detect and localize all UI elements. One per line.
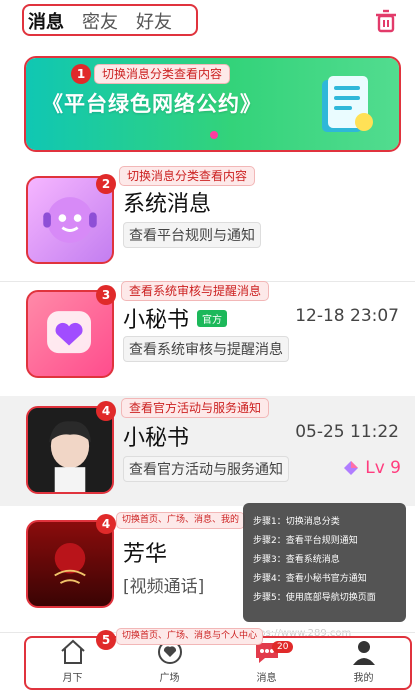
message-title-text: 小秘书 xyxy=(123,308,190,333)
step-2: 步骤2：查看平台规则通知 xyxy=(253,536,358,546)
annotation-badge-3: 3 xyxy=(96,285,116,305)
message-title: 系统消息 xyxy=(123,192,212,217)
step-4: 步骤4：查看小秘书官方通知 xyxy=(253,574,367,584)
message-preview: 查看平台规则与通知 xyxy=(123,222,261,248)
tab-friends[interactable]: 好友 xyxy=(136,8,172,34)
tab-messages[interactable]: 消息 xyxy=(28,8,64,34)
tab-close-friends[interactable]: 密友 xyxy=(82,8,118,34)
annotation-tip-1: 切换消息分类查看内容 xyxy=(94,64,231,84)
official-badge: 官方 xyxy=(197,309,228,327)
step-1: 步骤1：切换消息分类 xyxy=(253,517,340,527)
step-3: 步骤3：查看系统消息 xyxy=(253,555,340,565)
message-preview: 查看官方活动与服务通知 xyxy=(123,456,289,482)
annotation-tip-3: 查看系统审核与提醒消息 xyxy=(121,281,270,301)
avatar xyxy=(26,520,114,608)
annotation-tip-4b: 切换首页、广场、消息、我的 xyxy=(116,512,246,529)
annotation-badge-4b: 4 xyxy=(96,514,116,534)
message-preview: 查看系统审核与提醒消息 xyxy=(123,336,289,362)
level-diamond-icon xyxy=(344,461,359,475)
message-time: 05-25 11:22 xyxy=(295,422,399,442)
trash-icon[interactable] xyxy=(373,9,399,33)
level-text: Lv 9 xyxy=(365,458,401,478)
steps-overlay: 步骤1：切换消息分类 步骤2：查看平台规则通知 步骤3：查看系统消息 步骤4：查… xyxy=(243,503,406,622)
annotation-badge-5: 5 xyxy=(96,630,116,650)
annotation-tip-4: 查看官方活动与服务通知 xyxy=(121,398,270,418)
annotation-tip-5: 切换首页、广场、消息与个人中心 xyxy=(116,628,264,645)
annotation-tip-2: 切换消息分类查看内容 xyxy=(119,166,256,186)
message-time: 12-18 23:07 xyxy=(295,306,399,326)
tab-bar: 消息 密友 好友 xyxy=(22,6,198,36)
message-title: 小秘书 官方 xyxy=(123,302,228,334)
annotation-badge-1: 1 xyxy=(71,64,91,84)
annotation-badge-4: 4 xyxy=(96,401,116,421)
message-title: 芳华 xyxy=(123,542,168,567)
level-badge: Lv 9 xyxy=(343,458,401,478)
annotation-badge-2: 2 xyxy=(96,174,116,194)
message-preview: [视频通话] xyxy=(123,577,205,597)
step-5: 步骤5：使用底部导航切换页面 xyxy=(253,593,376,603)
message-title: 小秘书 xyxy=(123,426,190,451)
